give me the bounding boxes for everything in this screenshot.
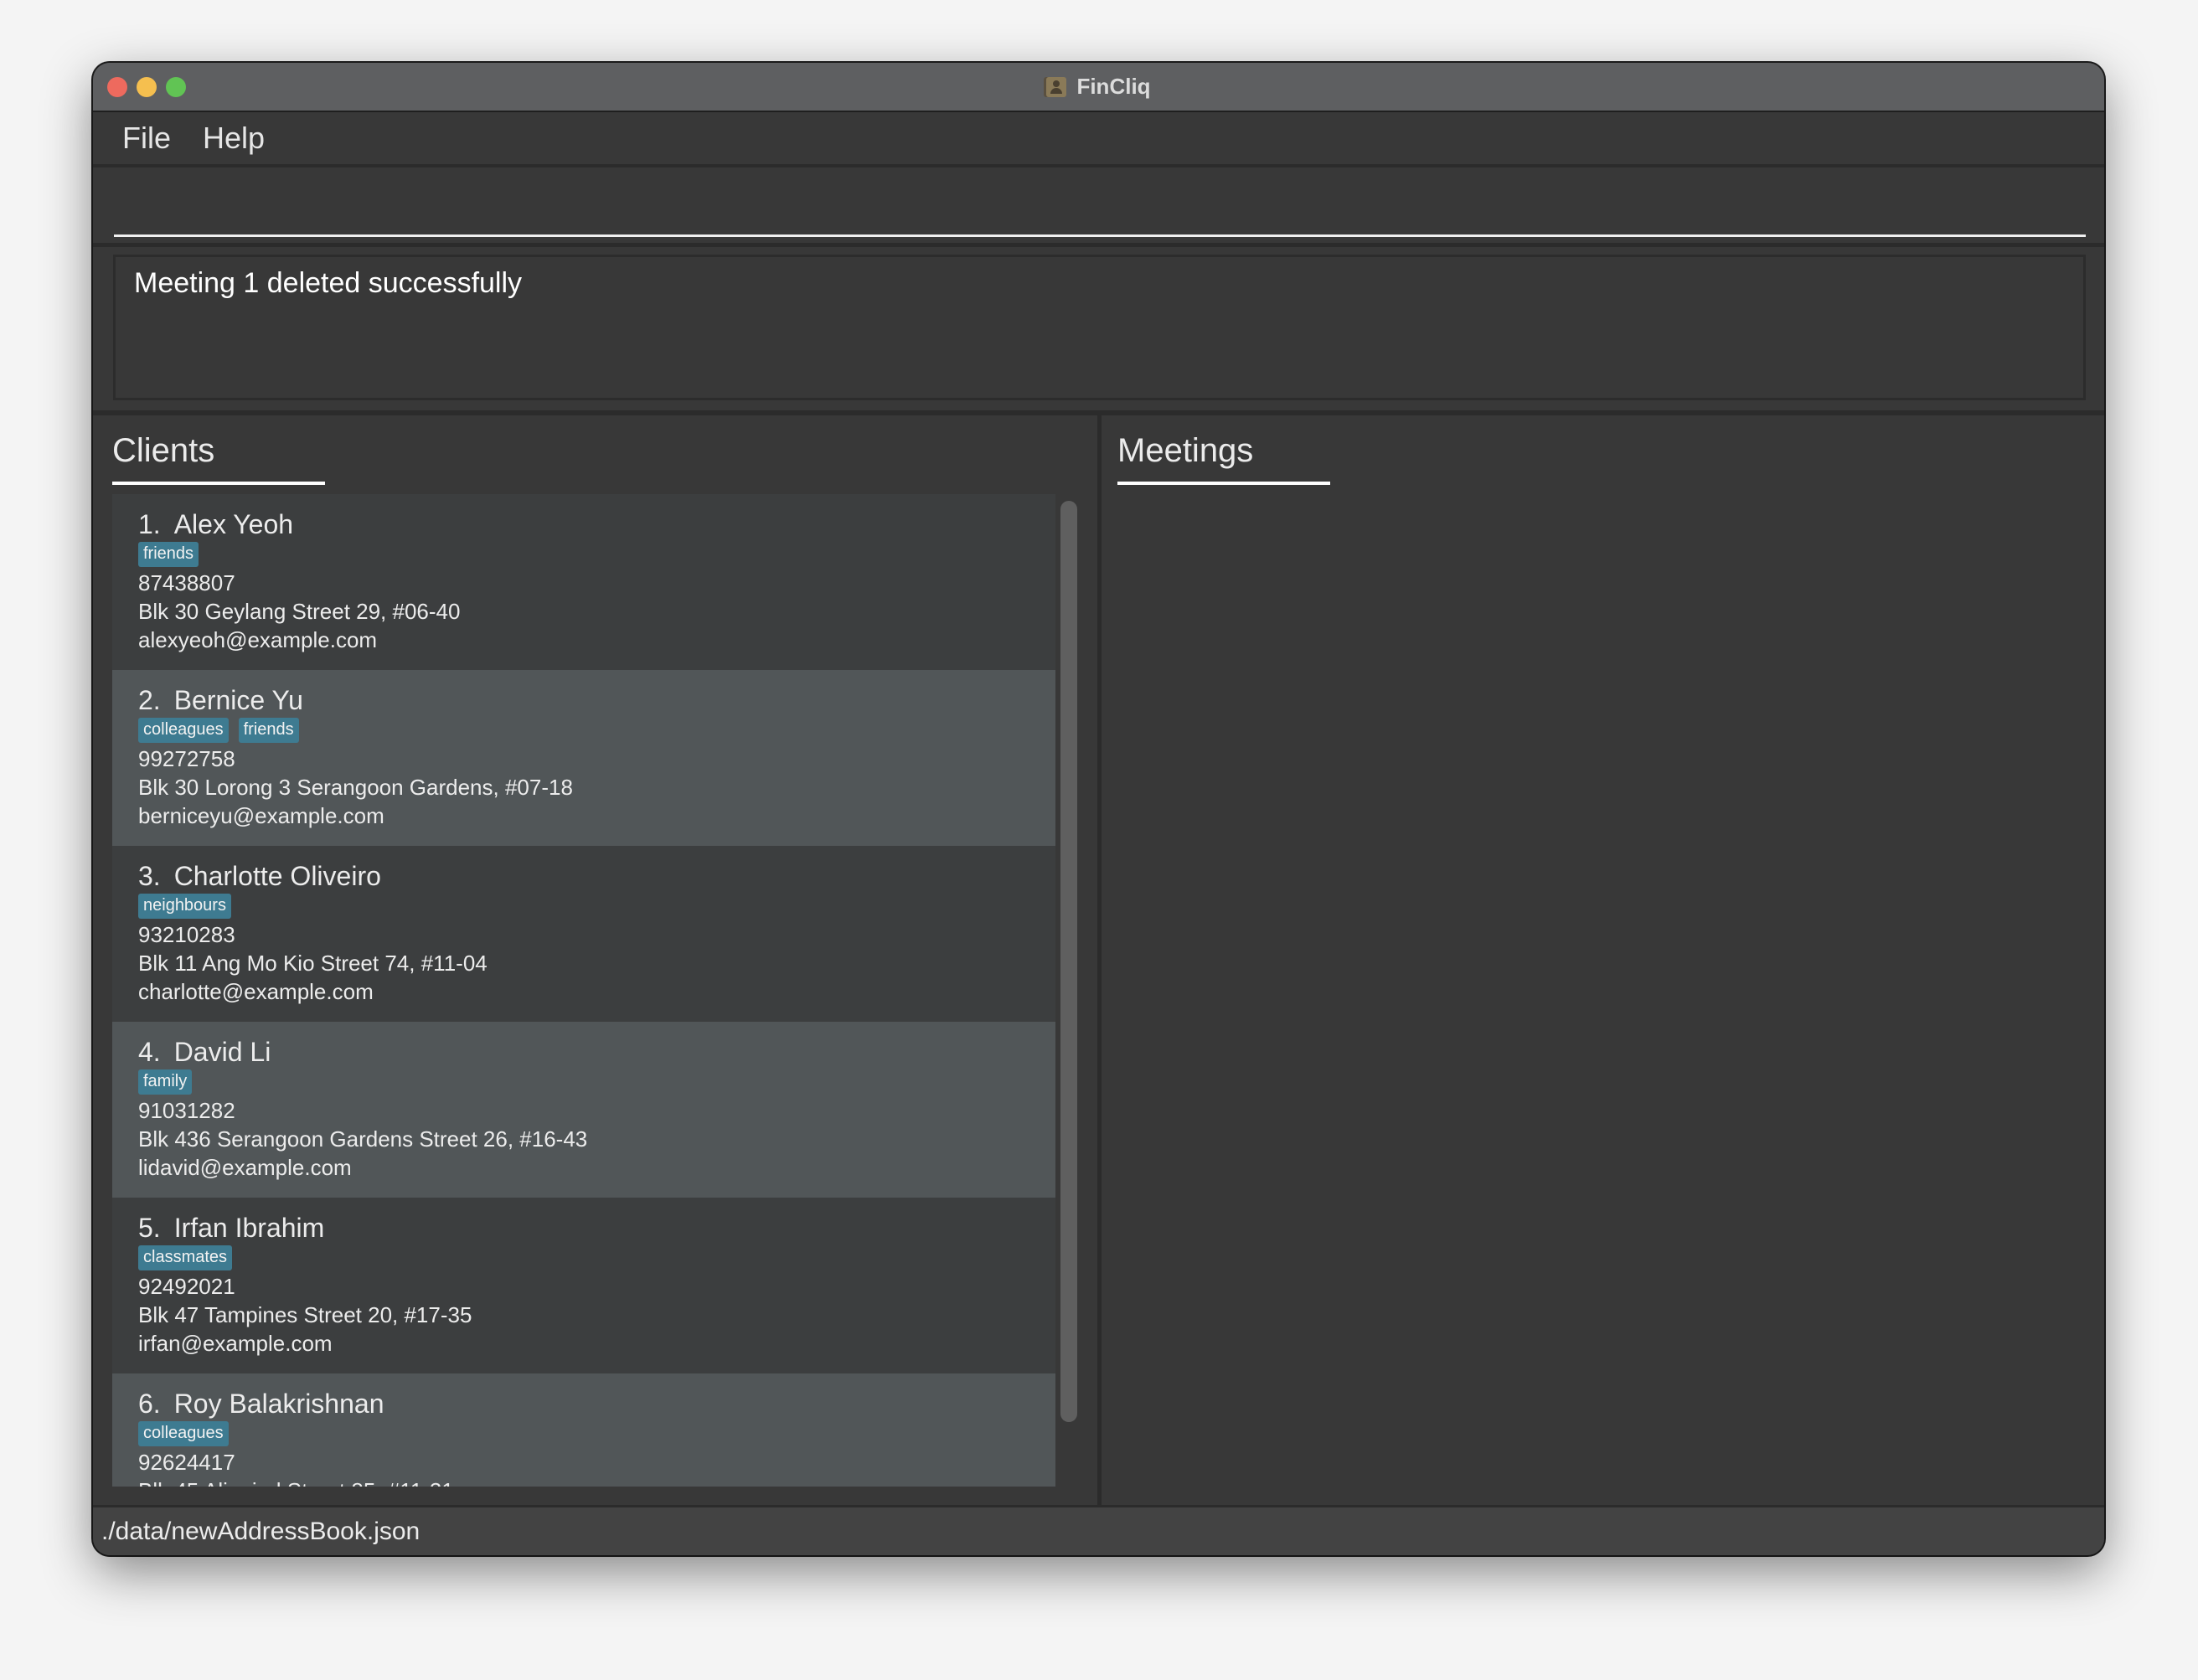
client-email: alexyeoh@example.com <box>138 627 378 652</box>
client-email: berniceyu@example.com <box>138 803 384 828</box>
client-address: Blk 11 Ang Mo Kio Street 74, #11-04 <box>138 951 488 976</box>
client-name-row: 4. David Li <box>138 1036 1055 1068</box>
client-name-row: 2. Bernice Yu <box>138 684 1055 716</box>
client-address: Blk 436 Serangoon Gardens Street 26, #16… <box>138 1126 588 1152</box>
meetings-panel: Meetings <box>1102 415 2104 1505</box>
menu-bar: File Help <box>93 112 2104 167</box>
client-name-row: 3. Charlotte Oliveiro <box>138 860 1055 892</box>
client-email: charlotte@example.com <box>138 979 374 1004</box>
client-name: David Li <box>173 1037 271 1067</box>
tag-badge: neighbours <box>138 894 231 919</box>
client-index: 4. <box>138 1037 161 1067</box>
client-tags: family <box>138 1068 1055 1096</box>
window-title-group: FinCliq <box>93 63 2104 111</box>
client-name: Bernice Yu <box>173 685 303 715</box>
client-phone: 99272758 <box>138 746 235 771</box>
client-card[interactable]: 6. Roy Balakrishnancolleagues 92624417Blk … <box>112 1373 1055 1487</box>
tag-badge: family <box>138 1069 193 1095</box>
tag-badge: friends <box>238 718 299 743</box>
client-address: Blk 30 Lorong 3 Serangoon Gardens, #07-1… <box>138 775 573 800</box>
result-display: Meeting 1 deleted successfully <box>113 255 2086 400</box>
client-card[interactable]: 1. Alex Yeoh friends 87438807 Blk 30 Geylang… <box>112 494 1055 670</box>
client-index: 3. <box>138 861 161 891</box>
tag-badge: colleagues <box>138 1421 229 1446</box>
client-name: Charlotte Oliveiro <box>173 861 381 891</box>
client-name-row: 6. Roy Balakrishnan <box>138 1388 1055 1420</box>
status-bar: ./data/newAddressBook.json <box>93 1505 2104 1555</box>
tag-badge: colleagues <box>138 718 229 743</box>
client-name-row: 1. Alex Yeoh <box>138 508 1055 540</box>
client-card[interactable]: 2. Bernice Yu colleagues friends 99272758 Blk… <box>112 670 1055 846</box>
client-tags: classmates <box>138 1244 1055 1272</box>
title-bar: FinCliq <box>93 63 2104 112</box>
main-panels: Clients 1. Alex Yeoh friends 87438807 Blk 30… <box>93 415 2104 1505</box>
client-index: 6. <box>138 1389 161 1419</box>
meetings-title: Meetings <box>1117 432 1254 469</box>
meeting-list[interactable] <box>1117 494 2086 1488</box>
window-title: FinCliq <box>1076 74 1151 99</box>
client-card[interactable]: 3. Charlotte Oliveiro neighbours 93210283 Bl… <box>112 846 1055 1022</box>
client-address: Blk 45 Aljunied Street 85, #11-31 <box>138 1476 1055 1487</box>
client-address: Blk 47 Tampines Street 20, #17-35 <box>138 1302 472 1327</box>
client-phone: 91031282 <box>138 1098 235 1123</box>
address-book-icon <box>1046 76 1067 97</box>
client-tags: neighbours <box>138 892 1055 920</box>
clients-title-underline <box>112 482 325 485</box>
client-email: irfan@example.com <box>138 1331 333 1356</box>
clients-title: Clients <box>112 432 215 469</box>
client-index: 5. <box>138 1213 161 1243</box>
client-address: Blk 30 Geylang Street 29, #06-40 <box>138 599 461 624</box>
meetings-title-underline <box>1117 482 1330 485</box>
client-phone: 92492021 <box>138 1274 235 1299</box>
tag-badge: friends <box>138 542 199 567</box>
menu-file[interactable]: File <box>122 121 171 156</box>
result-display-area: Meeting 1 deleted successfully <box>93 247 2104 415</box>
client-phone: 87438807 <box>138 570 235 595</box>
save-file-path: ./data/newAddressBook.json <box>101 1518 421 1545</box>
command-box <box>93 167 2104 247</box>
client-card[interactable]: 5. Irfan Ibrahim classmates 92492021 Blk 47 … <box>112 1198 1055 1373</box>
client-phone: 93210283 <box>138 922 235 947</box>
client-card[interactable]: 4. David Li family 91031282 Blk 436 Serangoo… <box>112 1022 1055 1198</box>
tag-badge: classmates <box>138 1245 233 1270</box>
client-index: 2. <box>138 685 161 715</box>
client-name: Alex Yeoh <box>173 509 294 539</box>
client-name: Irfan Ibrahim <box>173 1213 325 1243</box>
client-name: Roy Balakrishnan <box>173 1389 384 1419</box>
client-phone: 92624417 <box>138 1450 235 1475</box>
client-tags: colleagues <box>138 1420 1055 1448</box>
app-window: FinCliq File Help Meeting 1 deleted succ… <box>93 63 2104 1555</box>
client-list-scrollbar[interactable] <box>1060 501 1077 1422</box>
client-tags: friends <box>138 540 1055 569</box>
client-index: 1. <box>138 509 161 539</box>
client-email: lidavid@example.com <box>138 1155 352 1180</box>
menu-help[interactable]: Help <box>203 121 265 156</box>
command-input[interactable] <box>114 176 2086 237</box>
clients-panel: Clients 1. Alex Yeoh friends 87438807 Blk 30… <box>93 415 1097 1505</box>
client-tags: colleagues friends <box>138 716 1055 745</box>
client-list[interactable]: 1. Alex Yeoh friends 87438807 Blk 30 Geylang… <box>112 494 1055 1487</box>
client-name-row: 5. Irfan Ibrahim <box>138 1212 1055 1244</box>
result-message: Meeting 1 deleted successfully <box>134 267 523 299</box>
